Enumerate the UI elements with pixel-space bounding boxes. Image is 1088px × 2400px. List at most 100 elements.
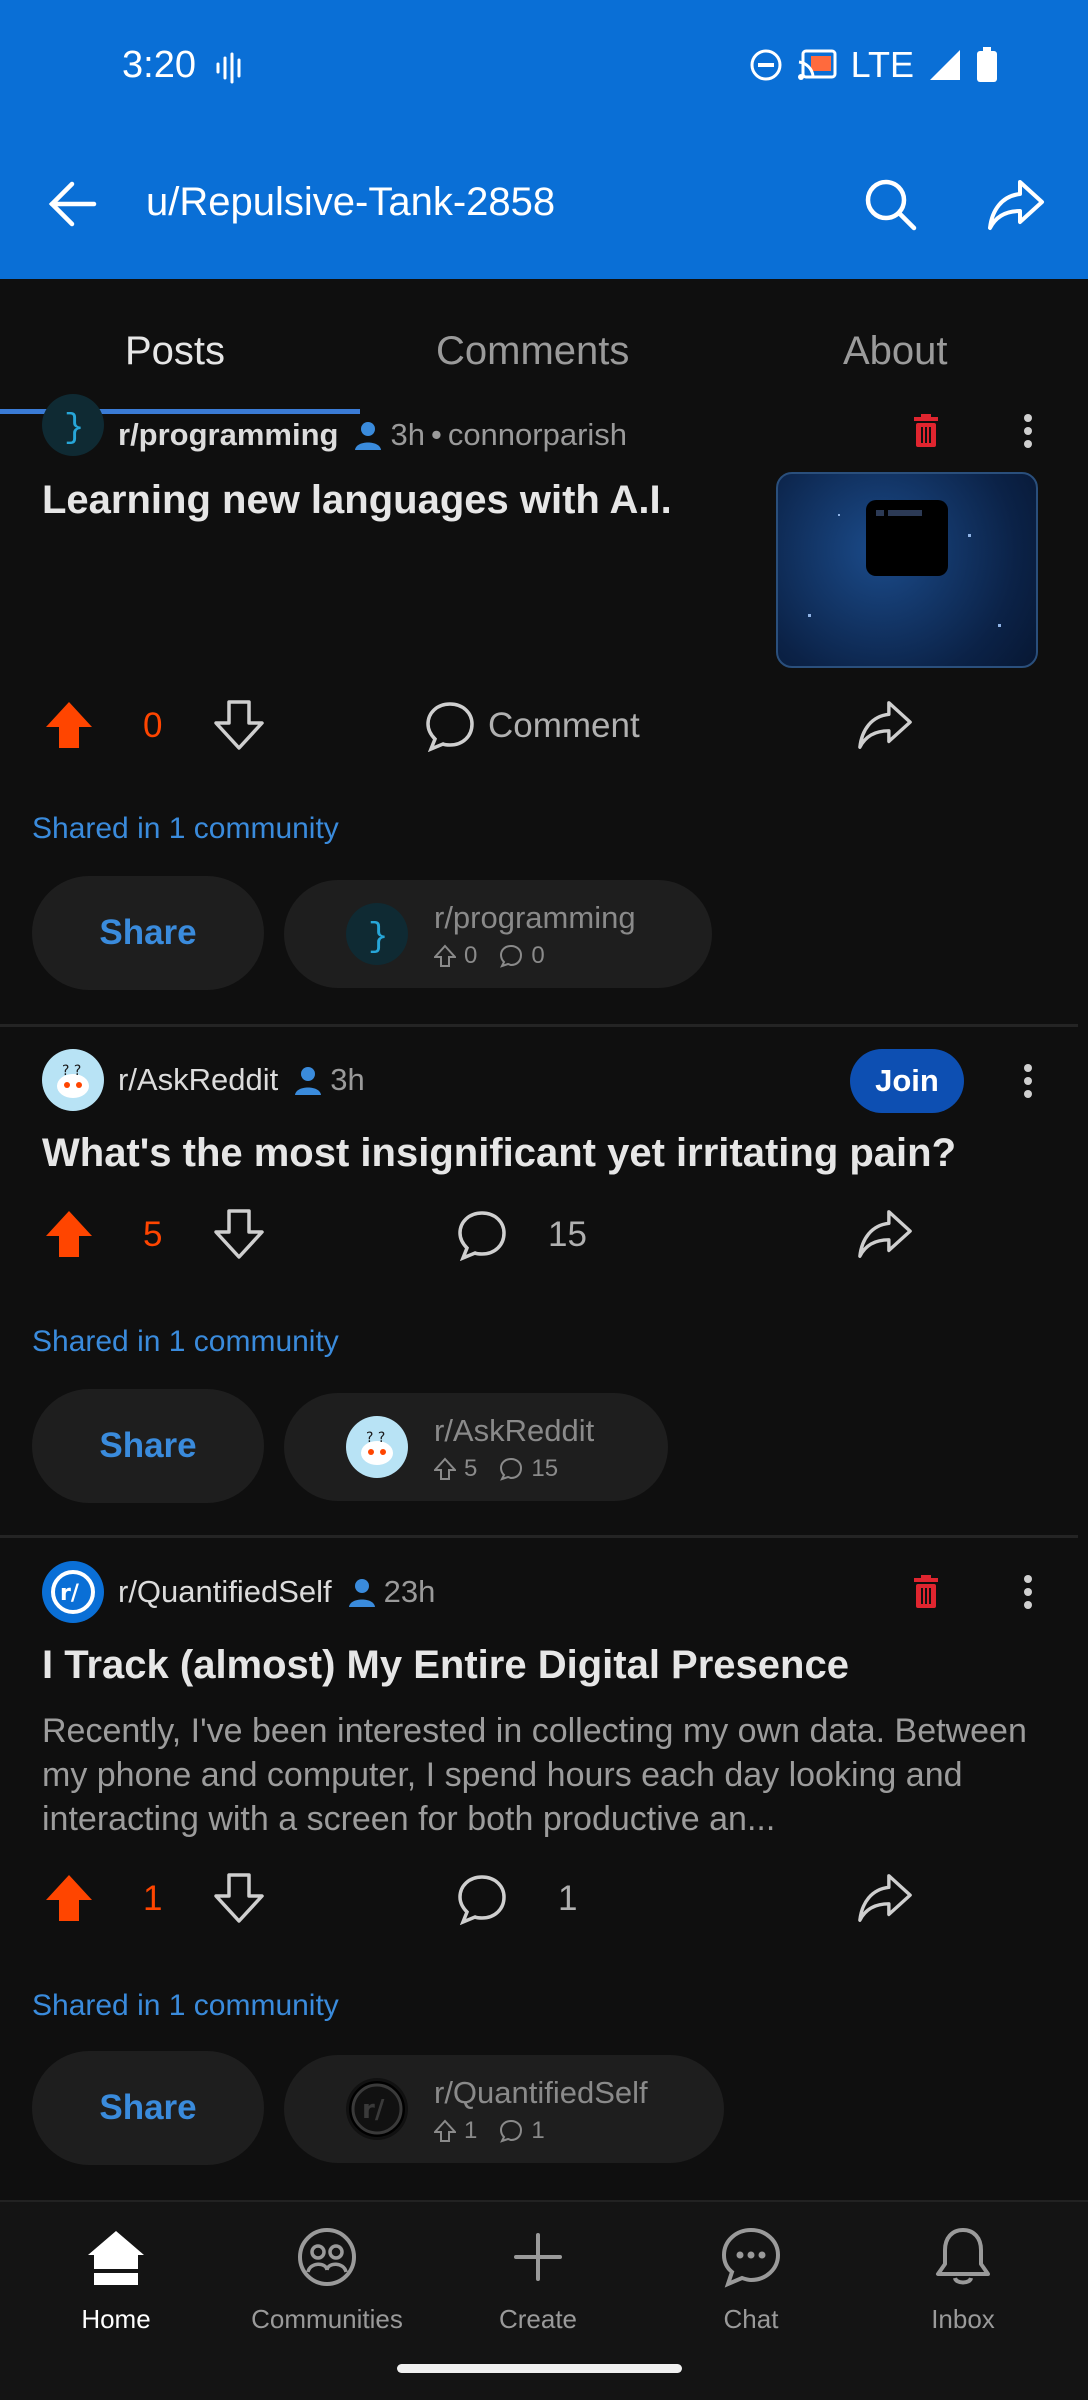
subreddit-avatar[interactable]: r/ [42, 1561, 104, 1623]
plus-icon [503, 2222, 573, 2292]
more-options-icon[interactable] [1022, 1064, 1034, 1098]
chip-comment-icon [499, 944, 523, 968]
nav-inbox-label: Inbox [931, 2304, 995, 2334]
chip-upvote-icon [434, 1457, 456, 1481]
share-profile-icon[interactable] [986, 178, 1046, 232]
person-icon [346, 1576, 378, 1608]
vote-count: 0 [143, 706, 163, 745]
community-chip[interactable]: ? ? r/AskReddit 5 15 [284, 1393, 668, 1501]
chip-upvotes: 1 [464, 2117, 478, 2144]
tab-posts[interactable]: Posts [125, 329, 225, 374]
nav-chat[interactable]: Chat [651, 2222, 851, 2335]
chip-subreddit-name: r/AskReddit [434, 1413, 595, 1448]
tab-comments[interactable]: Comments [436, 329, 629, 374]
chat-icon [716, 2222, 786, 2292]
post-divider [0, 1535, 1078, 1538]
dnd-icon [749, 48, 783, 82]
comment-icon[interactable] [456, 1873, 508, 1925]
downvote-icon[interactable] [214, 1873, 264, 1923]
delete-icon[interactable] [912, 414, 940, 448]
tab-about[interactable]: About [843, 329, 948, 374]
vibrate-icon [215, 52, 245, 84]
nav-chat-label: Chat [723, 2304, 779, 2334]
upvote-icon[interactable] [44, 1209, 94, 1259]
insights-icon[interactable] [990, 1207, 1038, 1257]
nav-communities-label: Communities [251, 2304, 403, 2334]
chip-comments: 0 [531, 942, 545, 969]
share-button[interactable]: Share [32, 1389, 264, 1503]
insights-icon[interactable] [990, 698, 1038, 748]
post-card[interactable]: ? ? r/AskReddit 3h Join What's the most … [0, 1049, 1078, 1535]
chip-comments: 15 [531, 1455, 559, 1482]
share-button[interactable]: Share [32, 876, 264, 990]
chip-comment-icon [499, 1457, 523, 1481]
network-label: LTE [850, 44, 914, 85]
post-actions: 0 Comment [0, 690, 1078, 760]
join-button[interactable]: Join [850, 1049, 964, 1113]
comment-button-label[interactable]: Comment [488, 706, 640, 746]
upvote-icon[interactable] [44, 1873, 94, 1923]
comment-icon[interactable] [424, 700, 476, 752]
community-chip[interactable]: } r/programming 0 0 [284, 880, 712, 988]
post-title[interactable]: I Track (almost) My Entire Digital Prese… [42, 1643, 849, 1688]
post-header: ? ? r/AskReddit 3h [42, 1049, 365, 1111]
post-author[interactable]: connorparish [448, 417, 627, 453]
subreddit-name[interactable]: r/programming [118, 417, 338, 453]
chip-subreddit-avatar: ? ? [346, 1416, 408, 1478]
post-divider [0, 1024, 1078, 1027]
chip-comment-icon [499, 2119, 523, 2143]
share-icon[interactable] [856, 698, 914, 752]
chip-stats: 0 0 [434, 942, 545, 970]
shared-in-community-link[interactable]: Shared in 1 community [32, 1989, 339, 2023]
comment-count: 15 [548, 1215, 587, 1254]
post-title[interactable]: Learning new languages with A.I. [42, 478, 672, 523]
comment-icon[interactable] [456, 1209, 508, 1261]
nav-home[interactable]: Home [16, 2222, 216, 2335]
share-icon[interactable] [856, 1871, 914, 1925]
post-card[interactable]: } r/programming 3h • connorparish Learni… [0, 394, 1078, 1024]
chip-subreddit-avatar: r/ [346, 2078, 408, 2140]
downvote-icon[interactable] [214, 700, 264, 750]
shared-in-community-link[interactable]: Shared in 1 community [32, 812, 339, 846]
terminal-graphic [866, 500, 948, 576]
shared-in-community-link[interactable]: Shared in 1 community [32, 1325, 339, 1359]
search-icon[interactable] [862, 176, 918, 232]
more-options-icon[interactable] [1022, 1575, 1034, 1609]
post-card[interactable]: r/ r/QuantifiedSelf 23h I Track (almost)… [0, 1561, 1078, 2201]
delete-icon[interactable] [912, 1575, 940, 1609]
comment-count: 1 [558, 1879, 578, 1918]
nav-communities[interactable]: Communities [227, 2222, 427, 2335]
svg-text:}: } [64, 410, 84, 445]
post-thumbnail[interactable] [776, 472, 1038, 668]
communities-icon [292, 2222, 362, 2292]
back-arrow-icon[interactable] [46, 178, 98, 230]
subreddit-name[interactable]: r/QuantifiedSelf [118, 1574, 332, 1610]
share-icon[interactable] [856, 1207, 914, 1261]
cast-icon [797, 48, 837, 82]
chip-upvotes: 0 [464, 942, 478, 969]
post-meta: 3h [292, 1062, 365, 1098]
svg-text:r/: r/ [60, 1581, 80, 1606]
chip-comments: 1 [531, 2117, 545, 2144]
more-options-icon[interactable] [1022, 414, 1034, 448]
community-chip[interactable]: r/ r/QuantifiedSelf 1 1 [284, 2055, 724, 2163]
subreddit-avatar[interactable]: } [42, 394, 104, 456]
insights-icon[interactable] [990, 1871, 1038, 1921]
upvote-icon[interactable] [44, 700, 94, 750]
chip-upvotes: 5 [464, 1455, 478, 1482]
share-button[interactable]: Share [32, 2051, 264, 2165]
person-icon [352, 419, 384, 451]
profile-tabs: Posts Comments About [0, 279, 1088, 413]
gesture-home-indicator[interactable] [397, 2364, 682, 2373]
chip-subreddit-name: r/programming [434, 900, 636, 935]
post-header: r/ r/QuantifiedSelf 23h [42, 1561, 435, 1623]
post-title[interactable]: What's the most insignificant yet irrita… [42, 1131, 956, 1176]
downvote-icon[interactable] [214, 1209, 264, 1259]
chip-stats: 5 15 [434, 1455, 558, 1483]
nav-inbox[interactable]: Inbox [863, 2222, 1063, 2335]
post-body-preview[interactable]: Recently, I've been interested in collec… [42, 1709, 1032, 1841]
subreddit-avatar[interactable]: ? ? [42, 1049, 104, 1111]
meta-separator: • [430, 417, 442, 452]
nav-create[interactable]: Create [438, 2222, 638, 2335]
subreddit-name[interactable]: r/AskReddit [118, 1062, 278, 1098]
